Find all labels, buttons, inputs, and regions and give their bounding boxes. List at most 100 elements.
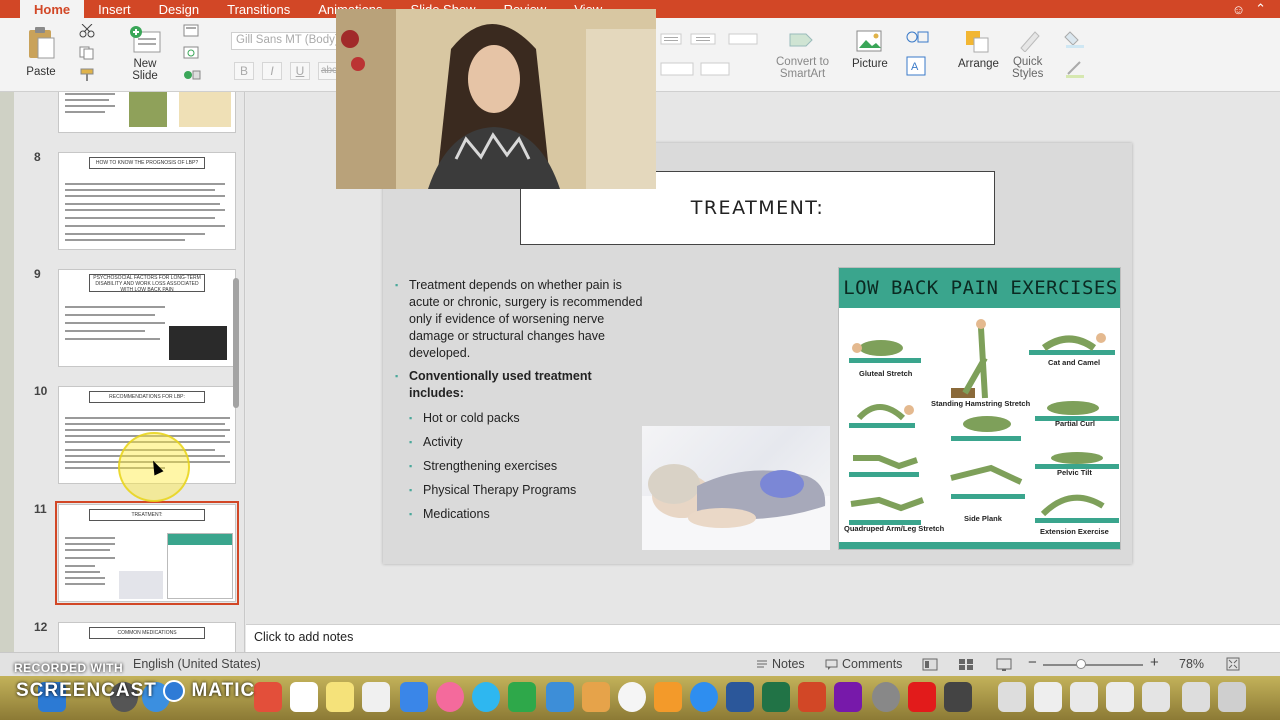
exercise-bottom-bar (839, 542, 1120, 549)
thumbnail-scrollbar[interactable] (233, 278, 239, 408)
tab-insert[interactable]: Insert (84, 0, 145, 18)
document-stack-icon[interactable] (1106, 682, 1134, 712)
zoom-in-icon[interactable]: + (1150, 654, 1159, 671)
recorded-with-label: RECORDED WITH (14, 661, 124, 675)
keynote-icon[interactable] (546, 682, 574, 712)
language-status[interactable]: English (United States) (133, 657, 261, 671)
slide-thumbnail-9[interactable]: PSYCHOSOCIAL FACTORS FOR LONG-TERM DISAB… (58, 269, 236, 367)
documents-folder-icon[interactable] (998, 682, 1026, 712)
tab-transitions[interactable]: Transitions (213, 0, 304, 18)
textbox-icon[interactable]: A (906, 56, 926, 76)
slide-thumbnail-8[interactable]: HOW TO KNOW THE PROGNOSIS OF LBP? (58, 152, 236, 250)
section-icon[interactable] (183, 68, 201, 82)
svg-text:A: A (911, 61, 919, 73)
new-slide-icon (130, 26, 161, 53)
numbering-icon[interactable] (690, 32, 716, 46)
comments-label: Comments (842, 657, 903, 671)
maps-icon[interactable] (400, 682, 428, 712)
document-stack-icon[interactable] (1034, 682, 1062, 712)
thumbnail-image (167, 533, 233, 599)
underline-button[interactable]: U (290, 62, 310, 80)
new-slide-button[interactable]: New Slide (128, 26, 162, 82)
notes-pane[interactable]: Click to add notes (246, 624, 1280, 652)
status-bar: English (United States) Notes Comments −… (0, 652, 1280, 676)
slide-thumbnail-11[interactable]: TREATMENT: (55, 501, 239, 605)
thumbnail-title: HOW TO KNOW THE PROGNOSIS OF LBP? (89, 157, 205, 169)
columns-icon[interactable] (728, 32, 758, 46)
quick-styles-button[interactable]: Quick Styles (1012, 28, 1043, 80)
shape-fill-icon[interactable] (1064, 30, 1086, 48)
thumbnail-title: TREATMENT: (89, 509, 205, 521)
format-painter-icon[interactable] (78, 68, 96, 82)
shape-outline-icon[interactable] (1064, 60, 1086, 78)
paste-button[interactable]: Paste (26, 26, 56, 78)
notes-label: Notes (772, 657, 805, 671)
arrange-label: Arrange (958, 58, 999, 70)
current-slide[interactable]: TREATMENT: Treatment depends on whether … (383, 143, 1132, 564)
trash-icon[interactable] (1218, 682, 1246, 712)
bold-button[interactable]: B (234, 62, 254, 80)
screenshot-icon[interactable] (944, 682, 972, 712)
document-stack-icon[interactable] (1070, 682, 1098, 712)
slide-thumbnail-7[interactable] (58, 92, 236, 133)
zoom-level[interactable]: 78% (1179, 657, 1204, 671)
reminders-icon[interactable] (362, 682, 390, 712)
exercise-label: Standing Hamstring Stretch (931, 399, 1031, 408)
document-stack-icon[interactable] (1142, 682, 1170, 712)
comments-toggle[interactable]: Comments (825, 657, 902, 671)
system-preferences-icon[interactable] (872, 682, 900, 712)
bullets-icon[interactable] (660, 32, 682, 46)
align-icon[interactable] (660, 62, 694, 76)
convert-smartart-button[interactable]: Convert to SmartArt (776, 28, 829, 80)
slide-thumbnail-panel[interactable]: 8 HOW TO KNOW THE PROGNOSIS OF LBP? 9 PS… (14, 92, 245, 652)
arrange-icon (966, 31, 989, 53)
onenote-icon[interactable] (834, 682, 862, 712)
zoom-slider-knob[interactable] (1075, 659, 1086, 669)
ibooks-icon[interactable] (654, 682, 682, 712)
tab-design[interactable]: Design (145, 0, 213, 18)
slide-sorter-icon[interactable] (958, 658, 974, 671)
app-store-icon[interactable] (690, 682, 718, 712)
pages-icon[interactable] (582, 682, 610, 712)
collapse-ribbon-icon[interactable]: ⌃ (1255, 1, 1266, 17)
notes-app-icon[interactable] (326, 682, 354, 712)
fit-to-window-icon[interactable] (1226, 657, 1240, 671)
picture-button[interactable]: Picture (852, 28, 888, 70)
thumbnail-title: COMMON MEDICATIONS (89, 627, 205, 639)
cut-icon[interactable] (78, 24, 96, 38)
downloads-icon[interactable] (1182, 682, 1210, 712)
itunes-icon[interactable] (618, 682, 646, 712)
arrange-button[interactable]: Arrange (958, 28, 999, 70)
messages-icon[interactable] (472, 682, 500, 712)
sub-bullet: Activity (395, 434, 645, 451)
new-slide-label: New Slide (132, 58, 158, 82)
facetime-icon[interactable] (508, 682, 536, 712)
word-icon[interactable] (726, 682, 754, 712)
zoom-out-icon[interactable]: − (1028, 654, 1037, 671)
notes-placeholder[interactable]: Click to add notes (254, 630, 353, 644)
tab-home[interactable]: Home (20, 0, 85, 18)
font-name-field[interactable]: Gill Sans MT (Body) (231, 32, 341, 50)
smiley-feedback-icon[interactable]: ☺ (1232, 2, 1245, 17)
copy-icon[interactable] (78, 46, 96, 60)
acrobat-icon[interactable] (908, 682, 936, 712)
slide-body[interactable]: Treatment depends on whether pain is acu… (395, 277, 645, 530)
layout-icon[interactable] (183, 24, 201, 38)
photos-icon[interactable] (436, 682, 464, 712)
italic-button[interactable]: I (262, 62, 282, 80)
slide-thumbnail-12[interactable]: COMMON MEDICATIONS (58, 622, 236, 652)
quick-styles-icon (1019, 31, 1040, 52)
normal-view-icon[interactable] (922, 658, 938, 671)
woman-back-pain-photo[interactable] (642, 426, 830, 550)
exercise-infographic[interactable]: LOW BACK PAIN EXERCISES Gluteal Stretch … (838, 267, 1121, 550)
excel-icon[interactable] (762, 682, 790, 712)
notes-toggle[interactable]: Notes (756, 657, 805, 671)
calendar-icon[interactable] (290, 682, 318, 712)
shapes-icon[interactable] (906, 30, 932, 44)
numbers-icon[interactable] (254, 682, 282, 712)
reading-view-icon[interactable] (996, 658, 1012, 671)
powerpoint-icon[interactable] (798, 682, 826, 712)
zoom-slider[interactable] (1043, 664, 1143, 666)
text-direction-icon[interactable] (700, 62, 730, 76)
reset-icon[interactable] (183, 46, 201, 60)
